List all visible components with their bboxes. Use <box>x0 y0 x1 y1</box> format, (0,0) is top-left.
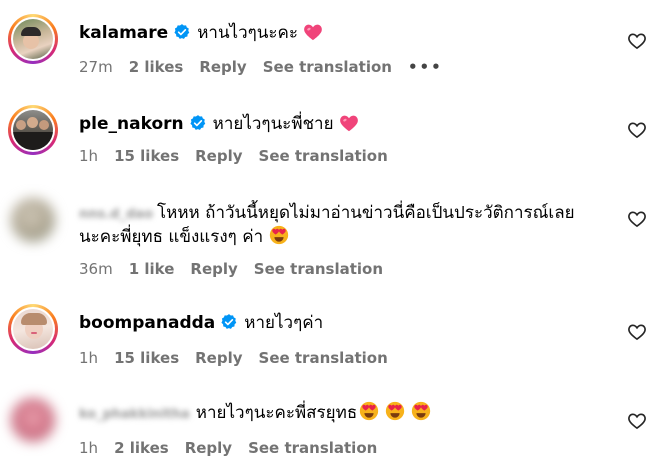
likes-count[interactable]: 2 likes <box>129 58 184 76</box>
heart-eyes-emoji <box>411 401 431 428</box>
reply-button[interactable]: Reply <box>185 439 232 457</box>
comment-text: โหหห ถ้าวันนี้หยุดไม่มาอ่านข่าวนี่คือเป็… <box>157 203 575 223</box>
verified-badge-icon <box>220 313 238 338</box>
comment-text-continued: นะคะพี่ยุทธ แข็งแรงๆ ค่า <box>79 227 264 247</box>
see-translation-link[interactable]: See translation <box>259 349 388 367</box>
comment-time: 1h <box>79 439 99 457</box>
avatar[interactable] <box>8 105 58 155</box>
comment-text: หานไวๆนะคะ <box>197 23 299 43</box>
comment-username[interactable]: nns.d_dao <box>79 207 153 222</box>
see-translation-link[interactable]: See translation <box>263 58 392 76</box>
avatar[interactable] <box>8 14 58 64</box>
avatar[interactable] <box>8 195 58 245</box>
reply-button[interactable]: Reply <box>195 349 242 367</box>
comment-time: 27m <box>79 58 113 76</box>
like-heart-icon[interactable] <box>627 120 647 140</box>
comment-text: หายไวๆนะคะพี่สรยุทธ <box>195 403 358 423</box>
reply-button[interactable]: Reply <box>199 58 246 76</box>
see-translation-link[interactable]: See translation <box>259 147 388 165</box>
comment-text: หายไวๆนะพี่ชาย <box>212 114 334 134</box>
likes-count[interactable]: 15 likes <box>114 147 179 165</box>
like-heart-icon[interactable] <box>627 322 647 342</box>
comment-line: boompanadda หายไวๆค่า <box>79 311 323 338</box>
reply-button[interactable]: Reply <box>195 147 242 165</box>
comment-text: หายไวๆค่า <box>244 313 324 333</box>
likes-count[interactable]: 2 likes <box>114 439 169 457</box>
comment-username[interactable]: ko_phakkinitha <box>79 407 190 422</box>
see-translation-link[interactable]: See translation <box>248 439 377 457</box>
comment-line-2: นะคะพี่ยุทธ แข็งแรงๆ ค่า <box>79 225 289 252</box>
comment-username[interactable]: boompanadda <box>79 313 215 333</box>
like-heart-icon[interactable] <box>627 31 647 51</box>
heart-eyes-emoji <box>359 401 379 428</box>
more-options-icon[interactable]: ••• <box>408 58 443 76</box>
comment-time: 1h <box>79 147 99 165</box>
heart-eyes-emoji <box>385 401 405 428</box>
see-translation-link[interactable]: See translation <box>254 260 383 278</box>
comment-line: nns.d_dao โหหห ถ้าวันนี้หยุดไม่มาอ่านข่าว… <box>79 201 575 227</box>
avatar[interactable] <box>8 304 58 354</box>
avatar[interactable] <box>8 395 58 445</box>
comment-meta: 1h 15 likes Reply See translation <box>79 146 404 166</box>
reply-button[interactable]: Reply <box>190 260 237 278</box>
comment-meta: 27m 2 likes Reply See translation ••• <box>79 57 459 77</box>
pink-heart-emoji <box>303 23 323 48</box>
comment-time: 36m <box>79 260 113 278</box>
like-heart-icon[interactable] <box>627 209 647 229</box>
comment-time: 1h <box>79 349 99 367</box>
comment-meta: 1h 2 likes Reply See translation <box>79 438 393 458</box>
comment-meta: 1h 15 likes Reply See translation <box>79 348 404 368</box>
likes-count[interactable]: 15 likes <box>114 349 179 367</box>
comment-username[interactable]: kalamare <box>79 23 168 43</box>
verified-badge-icon <box>173 23 191 48</box>
pink-heart-emoji <box>339 114 359 139</box>
comment-meta: 36m 1 like Reply See translation <box>79 259 399 279</box>
heart-eyes-emoji <box>269 225 289 252</box>
comment-username[interactable]: ple_nakorn <box>79 114 184 134</box>
comment-line: kalamare หานไวๆนะคะ <box>79 21 323 48</box>
comment-line: ko_phakkinitha หายไวๆนะคะพี่สรยุทธ <box>79 401 431 428</box>
likes-count[interactable]: 1 like <box>129 260 175 278</box>
comment-line: ple_nakorn หายไวๆนะพี่ชาย <box>79 112 359 139</box>
like-heart-icon[interactable] <box>627 411 647 431</box>
verified-badge-icon <box>189 114 207 139</box>
